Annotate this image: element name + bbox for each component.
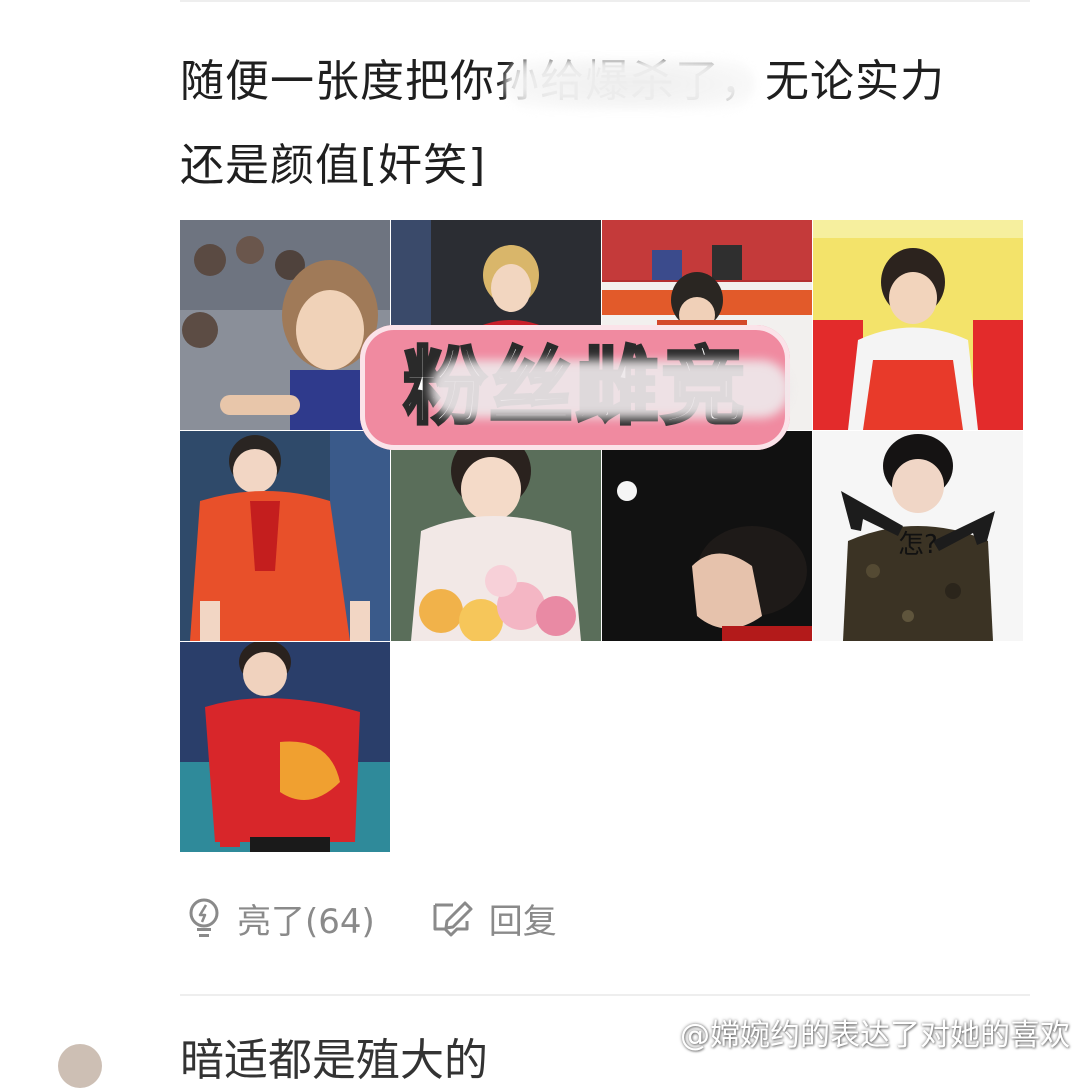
- bottom-divider: [180, 994, 1030, 996]
- avatar[interactable]: [58, 1044, 102, 1088]
- meme-caption: 怎?: [898, 530, 938, 560]
- next-comment-text: 暗适都是殖大的: [180, 1035, 488, 1086]
- weibo-logo-icon: [642, 1020, 675, 1046]
- like-button[interactable]: 亮了(64): [185, 894, 375, 943]
- photo-player-red-orange-shirt[interactable]: [180, 431, 390, 641]
- photo-player-red-china-shirt[interactable]: [180, 642, 390, 852]
- photo-player-ponytail-crowd[interactable]: [180, 220, 390, 430]
- watermark-text: @嫦婉约的表达了对她的喜欢: [680, 1018, 1070, 1053]
- reply-label: 回复: [488, 901, 557, 942]
- like-label: 亮了(64): [237, 901, 375, 942]
- redaction-blur: [505, 58, 755, 110]
- photo-player-dark-ball[interactable]: [602, 431, 812, 641]
- comment-actions: 亮了(64) 回复: [185, 893, 613, 943]
- weibo-watermark: @嫦婉约的表达了对她的喜欢: [642, 1010, 1070, 1054]
- photo-player-tracksuit-team[interactable]: [813, 220, 1023, 430]
- edit-reply-icon: [433, 901, 473, 937]
- lightbulb-icon: [189, 898, 219, 937]
- top-divider: [180, 0, 1030, 2]
- reply-button[interactable]: 回复: [431, 894, 557, 943]
- photo-player-with-flowers[interactable]: [391, 431, 601, 641]
- post-text-line-2: 还是颜值[奸笑]: [180, 140, 487, 191]
- banner-redaction-blur: [430, 360, 790, 418]
